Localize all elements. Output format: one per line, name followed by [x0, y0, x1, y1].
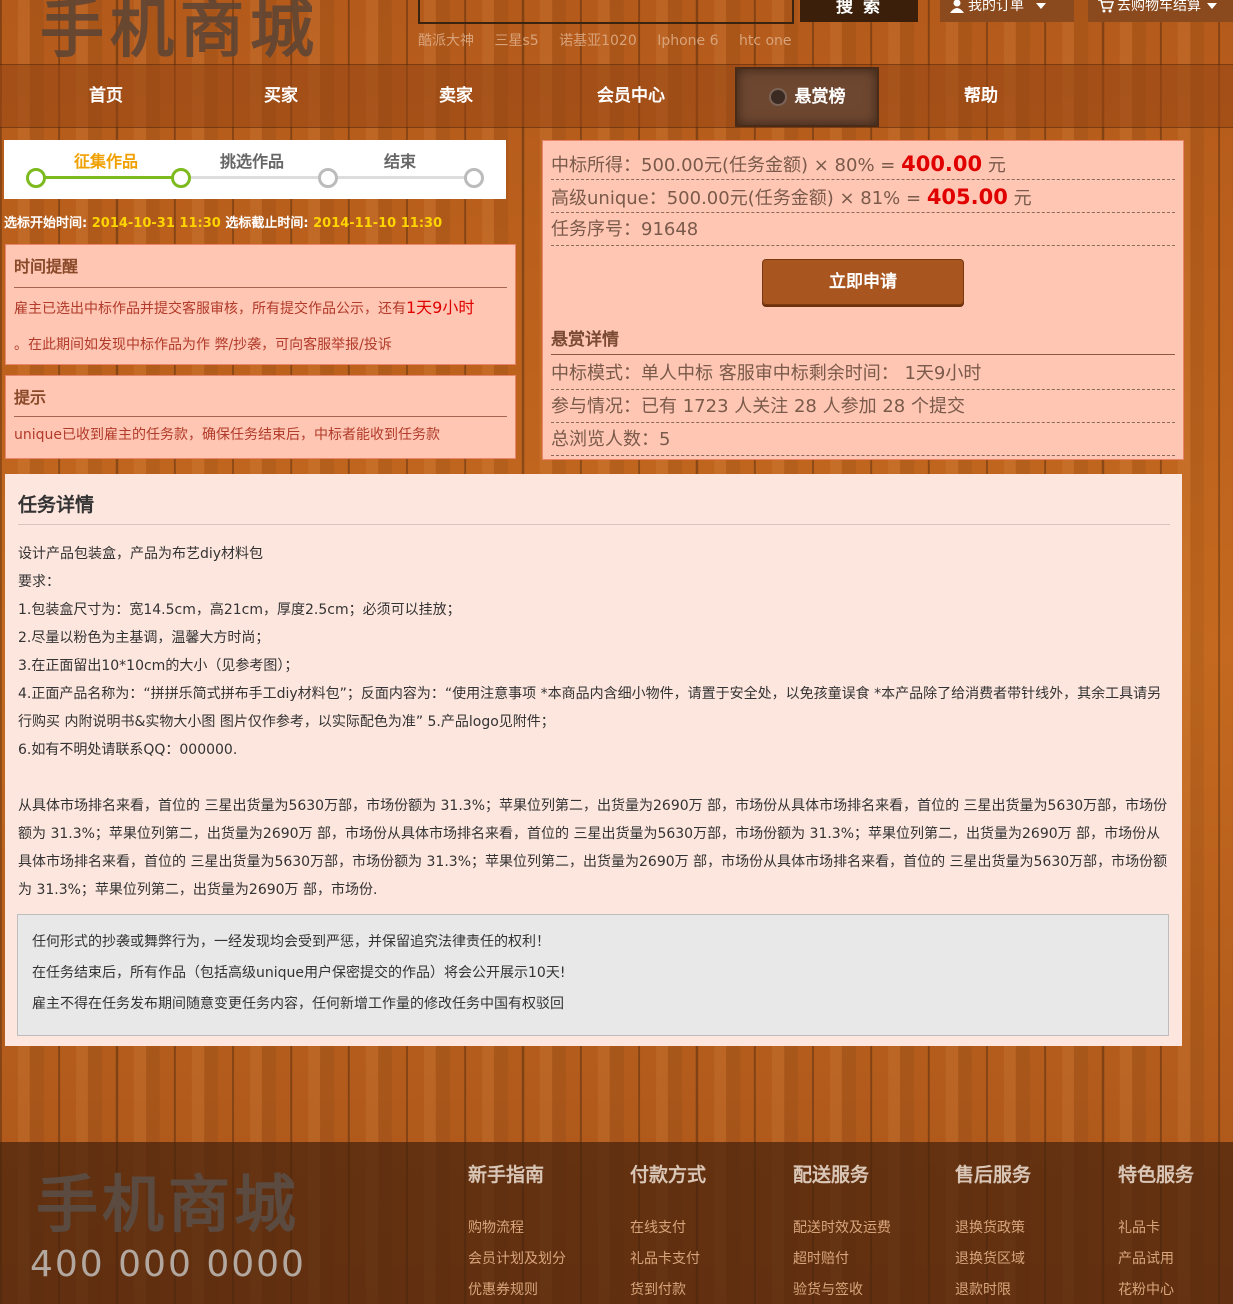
chevron-down-icon — [1036, 3, 1046, 9]
notice-line: 雇主不得在任务发布期间随意变更任务内容，任何新增工作量的修改任务中国有权驳回 — [32, 996, 564, 1012]
nav-item-label: 悬赏榜 — [794, 87, 846, 107]
participation-row: 参与情况：已有 1723 人关注 28 人参加 28 个提交 — [551, 390, 1175, 423]
notice-line: 在任务结束后，所有作品（包括高级unique用户保密提交的作品）将会公开展示10… — [32, 965, 566, 981]
nav-item-member-center[interactable]: 会员中心 — [561, 65, 701, 127]
nav-item-reward-board[interactable]: 悬赏榜 — [735, 67, 879, 127]
hot-link[interactable]: 三星s5 — [494, 33, 538, 49]
nav-item-home[interactable]: 首页 — [36, 65, 176, 127]
nav-item-help[interactable]: 帮助 — [911, 65, 1051, 127]
footer-link[interactable]: 产品试用 — [1118, 1248, 1174, 1268]
detail-line: 6.如有不明处请联系QQ：000000. — [18, 742, 238, 758]
footer-col-title: 售后服务 — [955, 1164, 1032, 1186]
divider — [551, 354, 1175, 355]
tips-box: 提示 unique已收到雇主的任务款，确保任务结束后，中标者能收到任务款 — [5, 375, 516, 459]
win-amount-row: 中标所得：500.00元(任务金额) × 80% = 400.00 元 — [551, 147, 1175, 180]
hot-link[interactable]: htc one — [739, 33, 792, 49]
detail-line: 1.包装盒尺寸为：宽14.5cm，高21cm，厚度2.5cm；必须可以挂放； — [18, 602, 461, 618]
end-time-label: 选标截止时间: — [225, 216, 309, 231]
footer-link[interactable]: 货到付款 — [630, 1279, 686, 1299]
nail-icon — [768, 88, 787, 106]
step-label-select: 挑选作品 — [220, 152, 285, 171]
step-label-end: 结束 — [384, 152, 417, 171]
footer-link[interactable]: 在线支付 — [630, 1217, 686, 1237]
tips-title: 提示 — [14, 388, 47, 407]
end-time-value: 2014-11-10 11:30 — [313, 216, 443, 231]
detail-line: 2.尽量以粉色为主基调，温馨大方时尚； — [18, 630, 270, 646]
step-dot — [171, 168, 191, 188]
views-row: 总浏览人数：5 — [551, 423, 1175, 456]
time-reminder-title: 时间提醒 — [14, 257, 79, 276]
detail-line: 设计产品包装盒，产品为布艺diy材料包 — [18, 546, 264, 562]
task-detail-title: 任务详情 — [18, 494, 95, 516]
cart-label: 去购物车结算 — [1117, 0, 1201, 14]
start-time-value: 2014-10-31 11:30 — [91, 216, 221, 231]
footer-link[interactable]: 退款时限 — [955, 1279, 1011, 1299]
footer-col-title: 配送服务 — [793, 1164, 870, 1186]
footer-link[interactable]: 优惠券规则 — [468, 1279, 538, 1299]
footer-col-title: 特色服务 — [1118, 1164, 1195, 1186]
win-amount: 400.00 — [901, 152, 983, 176]
senior-amount: 405.00 — [926, 185, 1008, 209]
footer-link[interactable]: 会员计划及划分 — [468, 1248, 566, 1268]
task-number: 任务序号：91648 — [551, 213, 1175, 246]
time-reminder-text: 雇主已选出中标作品并提交客服审核，所有提交作品公示，还有1天9小时 。在此期间如发… — [14, 298, 475, 353]
footer-link[interactable]: 礼品卡 — [1118, 1217, 1160, 1237]
notice-line: 任何形式的抄袭或舞弊行为，一经发现均会受到严惩，并保留追究法律责任的权利！ — [32, 934, 550, 950]
footer-link[interactable]: 配送时效及运费 — [793, 1217, 891, 1237]
footer-link[interactable]: 退换货区域 — [955, 1248, 1025, 1268]
start-time-label: 选标开始时间: — [4, 216, 88, 231]
chevron-down-icon — [1207, 3, 1217, 9]
nav-item-seller[interactable]: 卖家 — [386, 65, 526, 127]
footer-logo: 手机商城 — [36, 1168, 301, 1241]
detail-line: 要求： — [18, 574, 60, 590]
step-dot — [464, 168, 484, 188]
detail-line: 3.在正面留出10*10cm的大小（见参考图）； — [18, 658, 299, 674]
footer-col-title: 新手指南 — [468, 1164, 545, 1186]
progress-bar-done — [42, 176, 182, 179]
detail-paragraph: 从具体市场排名来看，首位的 三星出货量为5630万部，市场份额为 31.3%；苹… — [18, 798, 1168, 898]
hot-link[interactable]: 诺基亚1020 — [559, 33, 637, 49]
footer-link[interactable]: 退换货政策 — [955, 1217, 1025, 1237]
remaining-time: 1天9小时 — [406, 298, 475, 317]
apply-now-button[interactable]: 立即申请 — [762, 259, 964, 305]
step-dot — [318, 168, 338, 188]
progress-steps: 征集作品 挑选作品 结束 — [4, 140, 506, 199]
footer-link[interactable]: 花粉中心 — [1118, 1279, 1174, 1299]
footer-link[interactable]: 礼品卡支付 — [630, 1248, 700, 1268]
tips-text: unique已收到雇主的任务款，确保任务结束后，中标者能收到任务款 — [14, 427, 441, 443]
task-detail-body: 设计产品包装盒，产品为布艺diy材料包 要求： 1.包装盒尺寸为：宽14.5cm… — [18, 540, 1168, 904]
step-label-collect: 征集作品 — [74, 152, 139, 171]
time-reminder-box: 时间提醒 雇主已选出中标作品并提交客服审核，所有提交作品公示，还有1天9小时 。在… — [5, 244, 516, 365]
footer-link[interactable]: 验货与签收 — [793, 1279, 863, 1299]
main-nav: 首页 买家 卖家 会员中心 悬赏榜 帮助 — [0, 64, 1233, 128]
my-orders-label: 我的订单 — [968, 0, 1024, 14]
notice-box: 任何形式的抄袭或舞弊行为，一经发现均会受到严惩，并保留追究法律责任的权利！ 在任… — [17, 914, 1169, 1036]
search-input[interactable] — [418, 0, 794, 24]
footer-col-title: 付款方式 — [630, 1164, 707, 1186]
hot-link[interactable]: 酷派大神 — [418, 33, 474, 49]
footer-link[interactable]: 购物流程 — [468, 1217, 524, 1237]
bid-time-range: 选标开始时间: 2014-10-31 11:30 选标截止时间: 2014-11… — [4, 212, 442, 231]
task-detail-panel: 任务详情 设计产品包装盒，产品为布艺diy材料包 要求： 1.包装盒尺寸为：宽1… — [5, 474, 1182, 1046]
site-logo[interactable]: 手机商城 — [40, 0, 320, 70]
senior-amount-row: 高级unique：500.00元(任务金额) × 81% = 405.00 元 — [551, 180, 1175, 213]
user-icon — [950, 0, 964, 13]
bid-mode-row: 中标模式：单人中标 客服审中标剩余时间： 1天9小时 — [551, 357, 1175, 390]
detail-line: 4.正面产品名称为：“拼拼乐简式拼布手工diy材料包”；反面内容为：“使用注意事… — [18, 686, 1162, 730]
search-button[interactable]: 搜 索 — [800, 0, 918, 22]
footer-phone: 400 000 0000 — [30, 1244, 306, 1285]
footer-link[interactable]: 超时赔付 — [793, 1248, 849, 1268]
divider — [18, 524, 1170, 525]
reward-detail-title: 悬赏详情 — [551, 330, 619, 350]
hot-link[interactable]: Iphone 6 — [657, 33, 718, 49]
nav-item-buyer[interactable]: 买家 — [211, 65, 351, 127]
cart-button[interactable]: 去购物车结算 — [1088, 0, 1233, 22]
hot-search-links: 酷派大神 三星s5 诺基亚1020 Iphone 6 htc one — [418, 30, 808, 50]
my-orders-button[interactable]: 我的订单 — [940, 0, 1074, 22]
step-dot — [26, 168, 46, 188]
cart-icon — [1098, 0, 1115, 13]
